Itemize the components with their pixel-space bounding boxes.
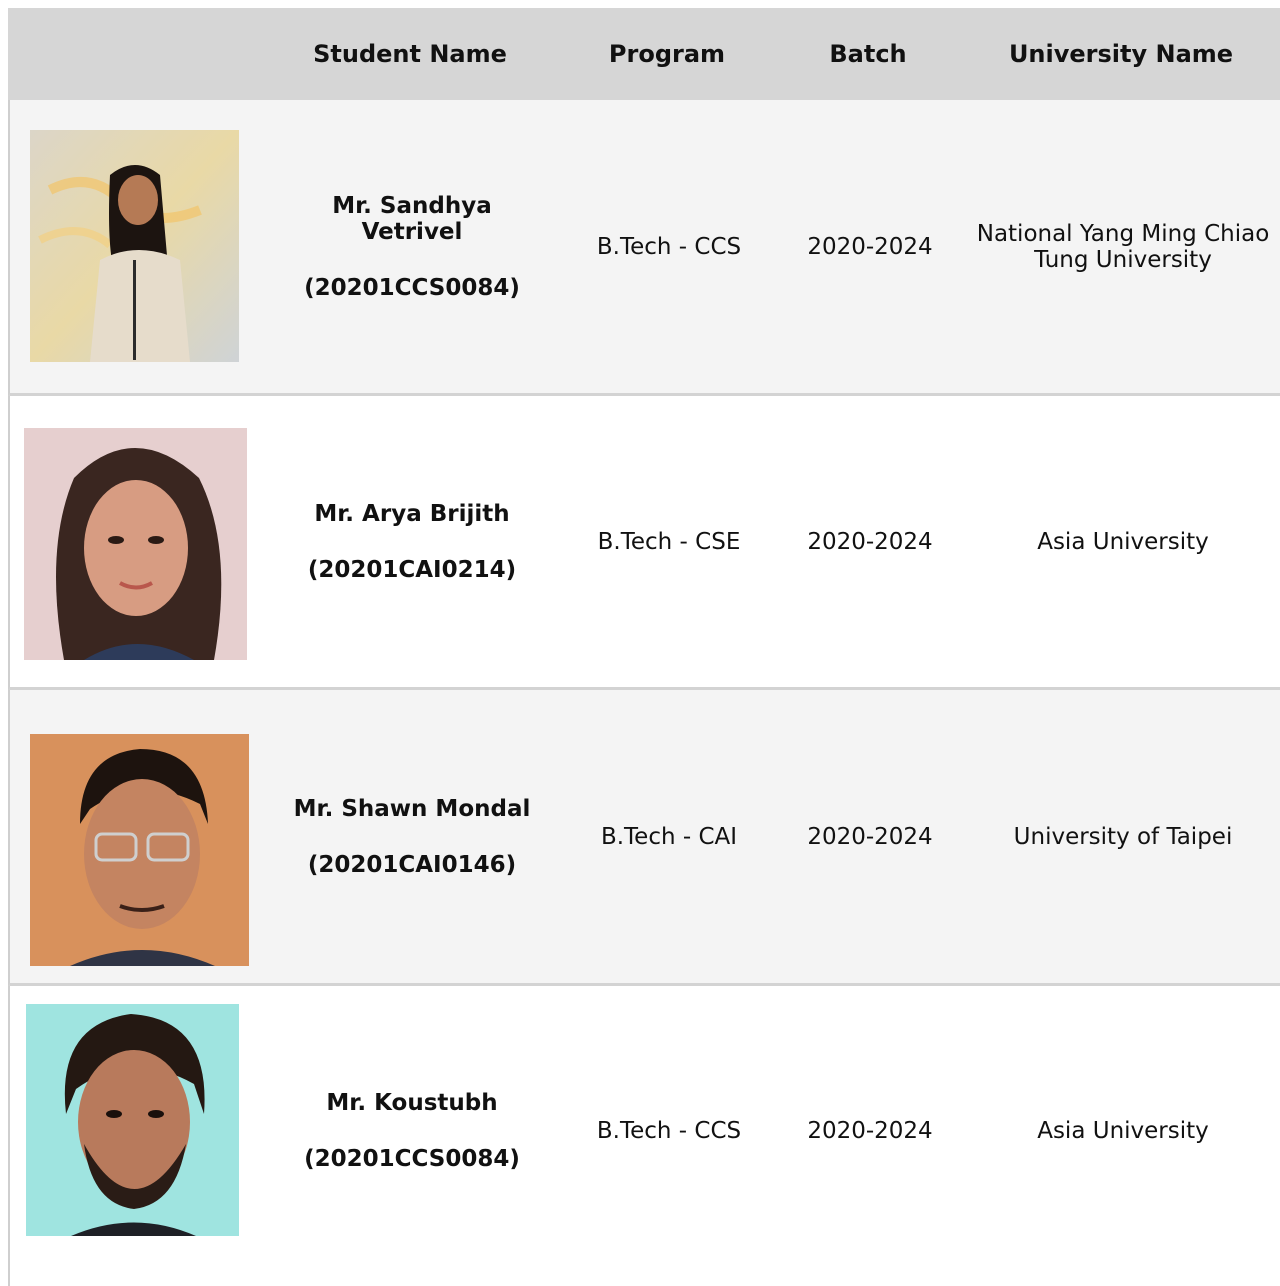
table-row: Mr. Arya Brijith (20201CAI0214) B.Tech -… <box>8 396 1280 690</box>
header-student-name: Student Name <box>313 40 507 68</box>
university-cell: Asia University <box>1037 528 1209 555</box>
student-photo-image <box>30 734 249 966</box>
student-photo <box>24 428 247 660</box>
university-cell: National Yang Ming Chiao Tung University <box>976 220 1270 273</box>
university-cell: Asia University <box>1037 1118 1209 1144</box>
batch-cell: 2020-2024 <box>807 528 933 555</box>
student-name-cell: Mr. Koustubh (20201CCS0084) <box>288 986 536 1276</box>
student-photo-image <box>24 428 247 660</box>
program-cell: B.Tech - CCS <box>596 233 742 260</box>
table-row: Mr. Koustubh (20201CCS0084) B.Tech - CCS… <box>8 986 1280 1286</box>
student-photo <box>30 734 249 966</box>
student-name: Mr. Sandhya Vetrivel <box>332 192 492 245</box>
program-cell: B.Tech - CCS <box>596 1118 742 1144</box>
student-id: (20201CCS0084) <box>304 1146 520 1172</box>
student-name-cell: Mr. Shawn Mondal (20201CAI0146) <box>288 690 536 983</box>
program-cell: B.Tech - CSE <box>597 528 741 555</box>
student-id: (20201CCS0084) <box>304 274 520 301</box>
student-photo <box>30 130 239 362</box>
batch-cell: 2020-2024 <box>807 233 933 260</box>
table-row: Mr. Shawn Mondal (20201CAI0146) B.Tech -… <box>8 690 1280 986</box>
batch-cell: 2020-2024 <box>807 823 933 850</box>
header-program: Program <box>608 40 726 68</box>
student-name: Mr. Arya Brijith <box>314 500 510 527</box>
header-university-name: University Name <box>1008 40 1234 68</box>
student-id: (20201CAI0214) <box>307 556 517 583</box>
student-id: (20201CAI0146) <box>307 851 517 878</box>
student-name: Mr. Shawn Mondal <box>293 795 531 822</box>
student-photo-image <box>30 130 239 362</box>
student-name-cell: Mr. Sandhya Vetrivel (20201CCS0084) <box>288 100 536 393</box>
university-cell: University of Taipei <box>1013 823 1233 850</box>
table-header: Student Name Program Batch University Na… <box>8 8 1280 100</box>
student-photo <box>26 1004 239 1236</box>
table-row: Mr. Sandhya Vetrivel (20201CCS0084) B.Te… <box>8 100 1280 396</box>
student-name: Mr. Koustubh <box>326 1090 498 1116</box>
program-cell: B.Tech - CAI <box>600 823 738 850</box>
batch-cell: 2020-2024 <box>807 1118 933 1144</box>
header-batch: Batch <box>829 40 907 68</box>
student-name-cell: Mr. Arya Brijith (20201CAI0214) <box>288 396 536 687</box>
header-photo <box>8 8 278 100</box>
student-photo-image <box>26 1004 239 1236</box>
